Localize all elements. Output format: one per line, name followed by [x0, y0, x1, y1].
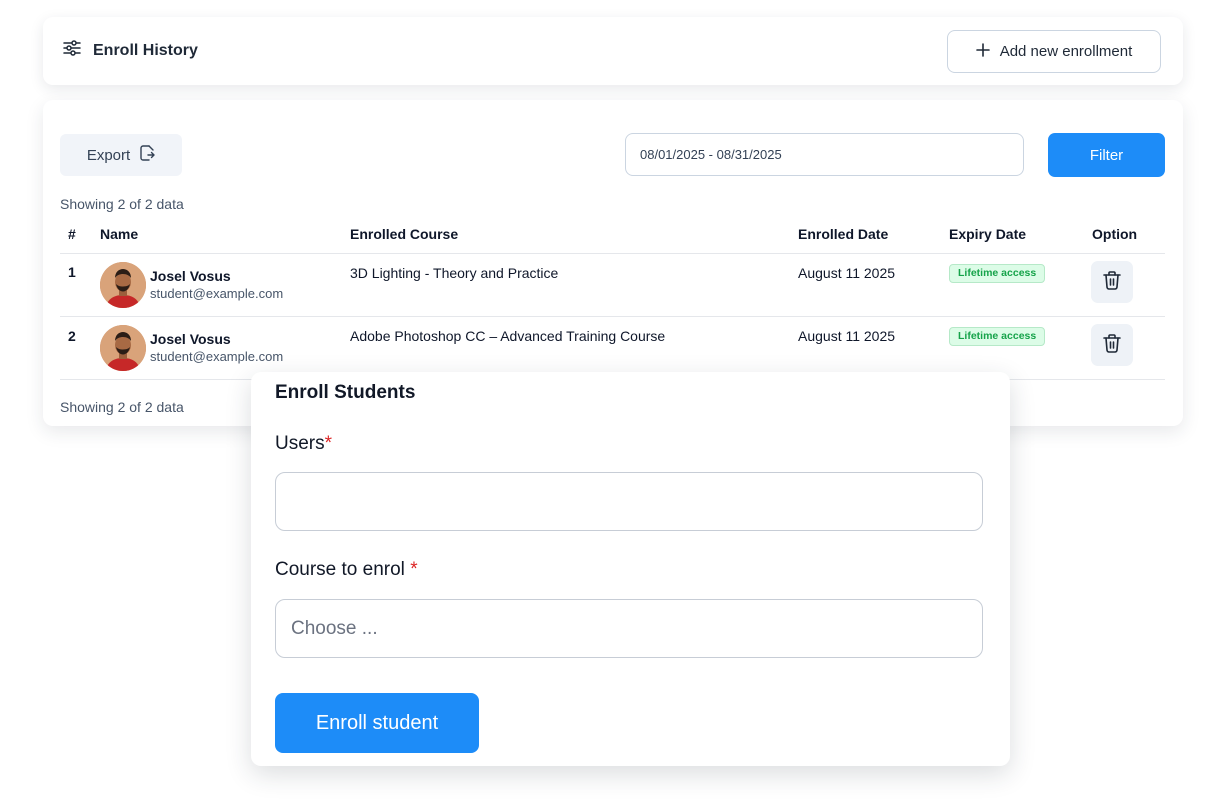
column-header-option: Option	[1092, 226, 1138, 242]
avatar	[100, 325, 146, 371]
row-number: 2	[68, 328, 76, 344]
users-label-text: Users	[275, 433, 325, 454]
column-header-course: Enrolled Course	[350, 226, 459, 242]
column-header-enrolled-date: Enrolled Date	[798, 226, 889, 242]
users-input[interactable]	[275, 472, 983, 531]
user-name: Josel Vosus	[150, 268, 231, 284]
plus-icon	[975, 42, 990, 61]
enroll-students-modal: Enroll Students Users* Course to enrol *…	[251, 372, 1010, 766]
row-divider	[60, 316, 1165, 317]
page: Enroll History Add new enrollment Export	[0, 0, 1220, 800]
row-number: 1	[68, 264, 76, 280]
date-range-input[interactable]	[625, 133, 1024, 176]
showing-count-bottom: Showing 2 of 2 data	[60, 399, 184, 415]
sliders-icon	[63, 40, 81, 61]
export-icon	[140, 145, 155, 165]
status-badge: Lifetime access	[949, 327, 1046, 346]
user-email: student@example.com	[150, 286, 284, 301]
delete-button[interactable]	[1091, 324, 1133, 366]
course-select-placeholder: Choose ...	[291, 617, 378, 639]
course-name: Adobe Photoshop CC – Advanced Training C…	[350, 328, 666, 344]
showing-count-top: Showing 2 of 2 data	[60, 196, 184, 212]
trash-icon	[1103, 270, 1121, 295]
header-card: Enroll History Add new enrollment	[43, 17, 1183, 85]
trash-icon	[1103, 333, 1121, 358]
page-title: Enroll History	[93, 41, 198, 59]
export-label: Export	[86, 146, 131, 164]
column-header-name: Name	[100, 226, 139, 242]
course-select[interactable]: Choose ...	[275, 599, 983, 658]
add-enrollment-label: Add new enrollment	[999, 43, 1133, 60]
export-button[interactable]: Export	[60, 134, 182, 176]
required-mark: *	[410, 559, 418, 580]
course-label-text: Course to enrol	[275, 559, 405, 580]
row-divider	[60, 253, 1165, 254]
user-name: Josel Vosus	[150, 331, 231, 347]
enroll-student-button[interactable]: Enroll student	[275, 693, 479, 753]
header-title-group: Enroll History	[63, 40, 198, 61]
user-email: student@example.com	[150, 349, 284, 364]
course-name: 3D Lighting - Theory and Practice	[350, 265, 559, 281]
status-badge: Lifetime access	[949, 264, 1046, 283]
enrolled-date: August 11 2025	[798, 265, 896, 281]
users-label: Users*	[275, 433, 332, 455]
avatar	[100, 262, 146, 308]
enrolled-date: August 11 2025	[798, 328, 896, 344]
filter-button[interactable]: Filter	[1048, 133, 1165, 177]
modal-title: Enroll Students	[275, 382, 416, 403]
add-enrollment-button[interactable]: Add new enrollment	[947, 30, 1161, 73]
column-header-expiry-date: Expiry Date	[949, 226, 1027, 242]
course-label: Course to enrol *	[275, 559, 418, 581]
delete-button[interactable]	[1091, 261, 1133, 303]
required-mark: *	[324, 433, 333, 454]
column-header-number: #	[68, 226, 76, 242]
